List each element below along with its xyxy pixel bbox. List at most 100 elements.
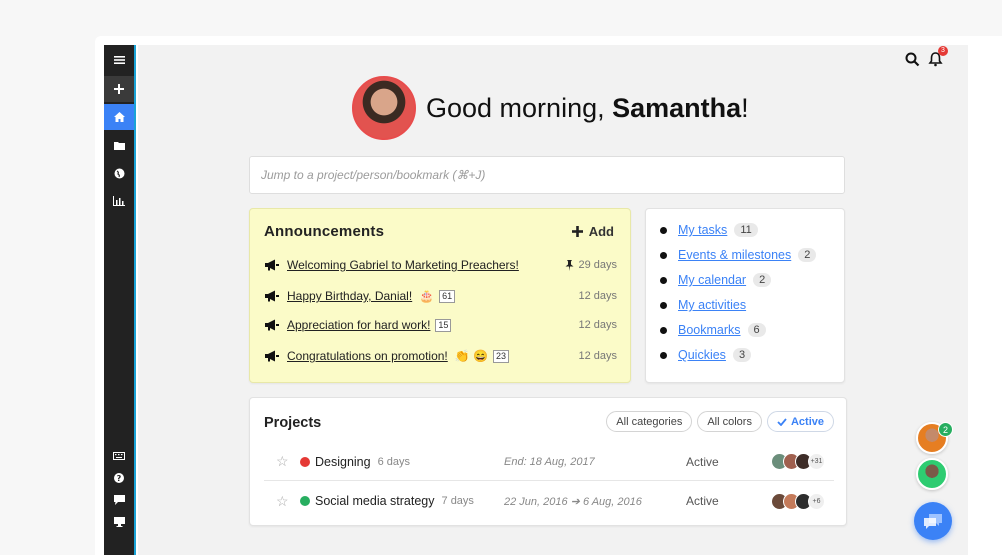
megaphone-icon bbox=[265, 350, 279, 362]
greeting-text: Good morning, Samantha! bbox=[426, 93, 749, 124]
chat-bubble-icon bbox=[924, 513, 942, 529]
cake-emoji: 🎂 bbox=[419, 289, 435, 303]
jump-search bbox=[249, 156, 845, 194]
announcement-days: 12 days bbox=[578, 350, 617, 362]
megaphone-icon bbox=[265, 319, 279, 331]
quick-link-calendar: My calendar 2 bbox=[660, 271, 772, 289]
svg-text:?: ? bbox=[117, 474, 122, 483]
menu-icon[interactable] bbox=[104, 47, 134, 73]
events-milestones-link[interactable]: Events & milestones bbox=[678, 248, 791, 262]
reaction-count: 23 bbox=[492, 349, 509, 363]
megaphone-icon bbox=[265, 259, 279, 271]
quick-link-activities: My activities bbox=[660, 296, 746, 314]
project-name[interactable]: Designing bbox=[315, 455, 371, 469]
project-status: Active bbox=[686, 494, 719, 508]
bullet bbox=[660, 276, 667, 284]
project-dates: End: 18 Aug, 2017 bbox=[504, 455, 595, 468]
user-name: Samantha bbox=[612, 92, 742, 123]
sidebar: ? bbox=[104, 45, 136, 555]
megaphone-icon bbox=[265, 290, 279, 302]
project-filters: All categories All colors Active bbox=[606, 411, 834, 432]
chat-launcher-button[interactable] bbox=[914, 502, 952, 540]
count-badge: 2 bbox=[798, 248, 817, 262]
bookmarks-link[interactable]: Bookmarks bbox=[678, 323, 741, 337]
project-row[interactable]: ☆ Social media strategy 7 days 22 Jun, 2… bbox=[264, 482, 834, 520]
announcement-days: 29 days bbox=[578, 259, 617, 271]
project-members[interactable]: +31 bbox=[771, 453, 825, 470]
globe-icon[interactable] bbox=[104, 160, 134, 186]
top-toolbar: 3 bbox=[905, 46, 948, 72]
home-icon[interactable] bbox=[104, 104, 134, 130]
quick-link-events: Events & milestones 2 bbox=[660, 246, 817, 264]
bullet bbox=[660, 226, 667, 234]
my-tasks-link[interactable]: My tasks bbox=[678, 223, 727, 237]
folder-icon[interactable] bbox=[104, 132, 134, 158]
plus-icon bbox=[571, 226, 583, 237]
announcement-age: 29 days bbox=[565, 259, 617, 271]
count-badge: 2 bbox=[753, 273, 772, 287]
bullet bbox=[660, 351, 667, 359]
my-activities-link[interactable]: My activities bbox=[678, 298, 746, 312]
project-days: 6 days bbox=[377, 455, 411, 468]
filter-all-colors[interactable]: All colors bbox=[697, 411, 762, 432]
filter-all-categories[interactable]: All categories bbox=[606, 411, 693, 432]
announcements-card: Announcements Add Welcoming Gabriel to M… bbox=[249, 208, 631, 383]
announcement-item: Welcoming Gabriel to Marketing Preachers… bbox=[265, 256, 617, 274]
bullet bbox=[660, 301, 667, 309]
quick-link-bookmarks: Bookmarks 6 bbox=[660, 321, 766, 339]
announcement-link[interactable]: Happy Birthday, Danial! bbox=[287, 289, 412, 303]
jump-search-input[interactable] bbox=[261, 168, 833, 182]
project-status: Active bbox=[686, 454, 719, 469]
monitor-icon[interactable] bbox=[104, 509, 134, 535]
add-label: Add bbox=[588, 224, 614, 239]
quickies-link[interactable]: Quickies bbox=[678, 348, 726, 362]
star-icon[interactable]: ☆ bbox=[276, 453, 290, 470]
projects-title: Projects bbox=[264, 415, 322, 431]
project-color-dot bbox=[300, 456, 310, 467]
bullet bbox=[660, 326, 667, 334]
project-days: 7 days bbox=[441, 495, 474, 507]
projects-card: Projects All categories All colors Activ… bbox=[249, 397, 847, 526]
quick-link-my-tasks: My tasks 11 bbox=[660, 221, 758, 239]
reaction-count: 15 bbox=[435, 318, 452, 332]
notification-badge: 3 bbox=[938, 46, 948, 56]
chart-icon[interactable] bbox=[104, 188, 134, 214]
count-badge: 6 bbox=[747, 323, 766, 337]
filter-active-label: Active bbox=[790, 415, 824, 428]
announcement-days: 12 days bbox=[578, 319, 617, 331]
greeting-suffix: ! bbox=[741, 92, 749, 123]
announcement-item: Happy Birthday, Danial! 🎂 61 12 days bbox=[265, 287, 617, 305]
announcements-title: Announcements bbox=[264, 223, 385, 240]
greeting-prefix: Good morning, bbox=[426, 92, 613, 123]
announcement-days: 12 days bbox=[578, 290, 617, 302]
plus-icon[interactable] bbox=[104, 76, 134, 102]
project-dates: 22 Jun, 2016 ➔ 6 Aug, 2016 bbox=[504, 495, 642, 508]
bullet bbox=[660, 251, 667, 259]
announcement-link[interactable]: Congratulations on promotion! bbox=[287, 349, 448, 363]
filter-active[interactable]: Active bbox=[766, 411, 834, 432]
reaction-count: 61 bbox=[439, 289, 456, 303]
more-members: +31 bbox=[808, 453, 825, 470]
quick-link-quickies: Quickies 3 bbox=[660, 346, 752, 364]
announcement-link[interactable]: Appreciation for hard work! bbox=[287, 318, 430, 332]
greeting: Good morning, Samantha! bbox=[352, 76, 749, 140]
check-icon bbox=[777, 417, 787, 426]
more-members: +6 bbox=[808, 492, 825, 510]
project-members[interactable]: +6 bbox=[771, 492, 825, 510]
project-row[interactable]: ☆ Designing 6 days End: 18 Aug, 2017 Act… bbox=[264, 443, 834, 481]
announcement-item: Appreciation for hard work! 15 12 days bbox=[265, 316, 617, 334]
chat-unread-badge: 2 bbox=[938, 422, 953, 437]
quick-links-card: My tasks 11 Events & milestones 2 My cal… bbox=[645, 208, 845, 383]
announcement-link[interactable]: Welcoming Gabriel to Marketing Preachers… bbox=[287, 258, 519, 272]
search-icon[interactable] bbox=[905, 52, 920, 72]
my-calendar-link[interactable]: My calendar bbox=[678, 273, 746, 287]
count-badge: 3 bbox=[732, 348, 752, 362]
add-announcement-button[interactable]: Add bbox=[571, 224, 614, 239]
star-icon[interactable]: ☆ bbox=[276, 493, 290, 510]
notifications-button[interactable]: 3 bbox=[928, 46, 948, 72]
user-avatar[interactable] bbox=[352, 76, 416, 140]
project-name[interactable]: Social media strategy bbox=[315, 494, 435, 508]
chat-avatar[interactable] bbox=[916, 458, 948, 490]
announcement-item: Congratulations on promotion! 👏 😄 23 12 … bbox=[265, 347, 617, 365]
pin-icon bbox=[565, 259, 574, 271]
